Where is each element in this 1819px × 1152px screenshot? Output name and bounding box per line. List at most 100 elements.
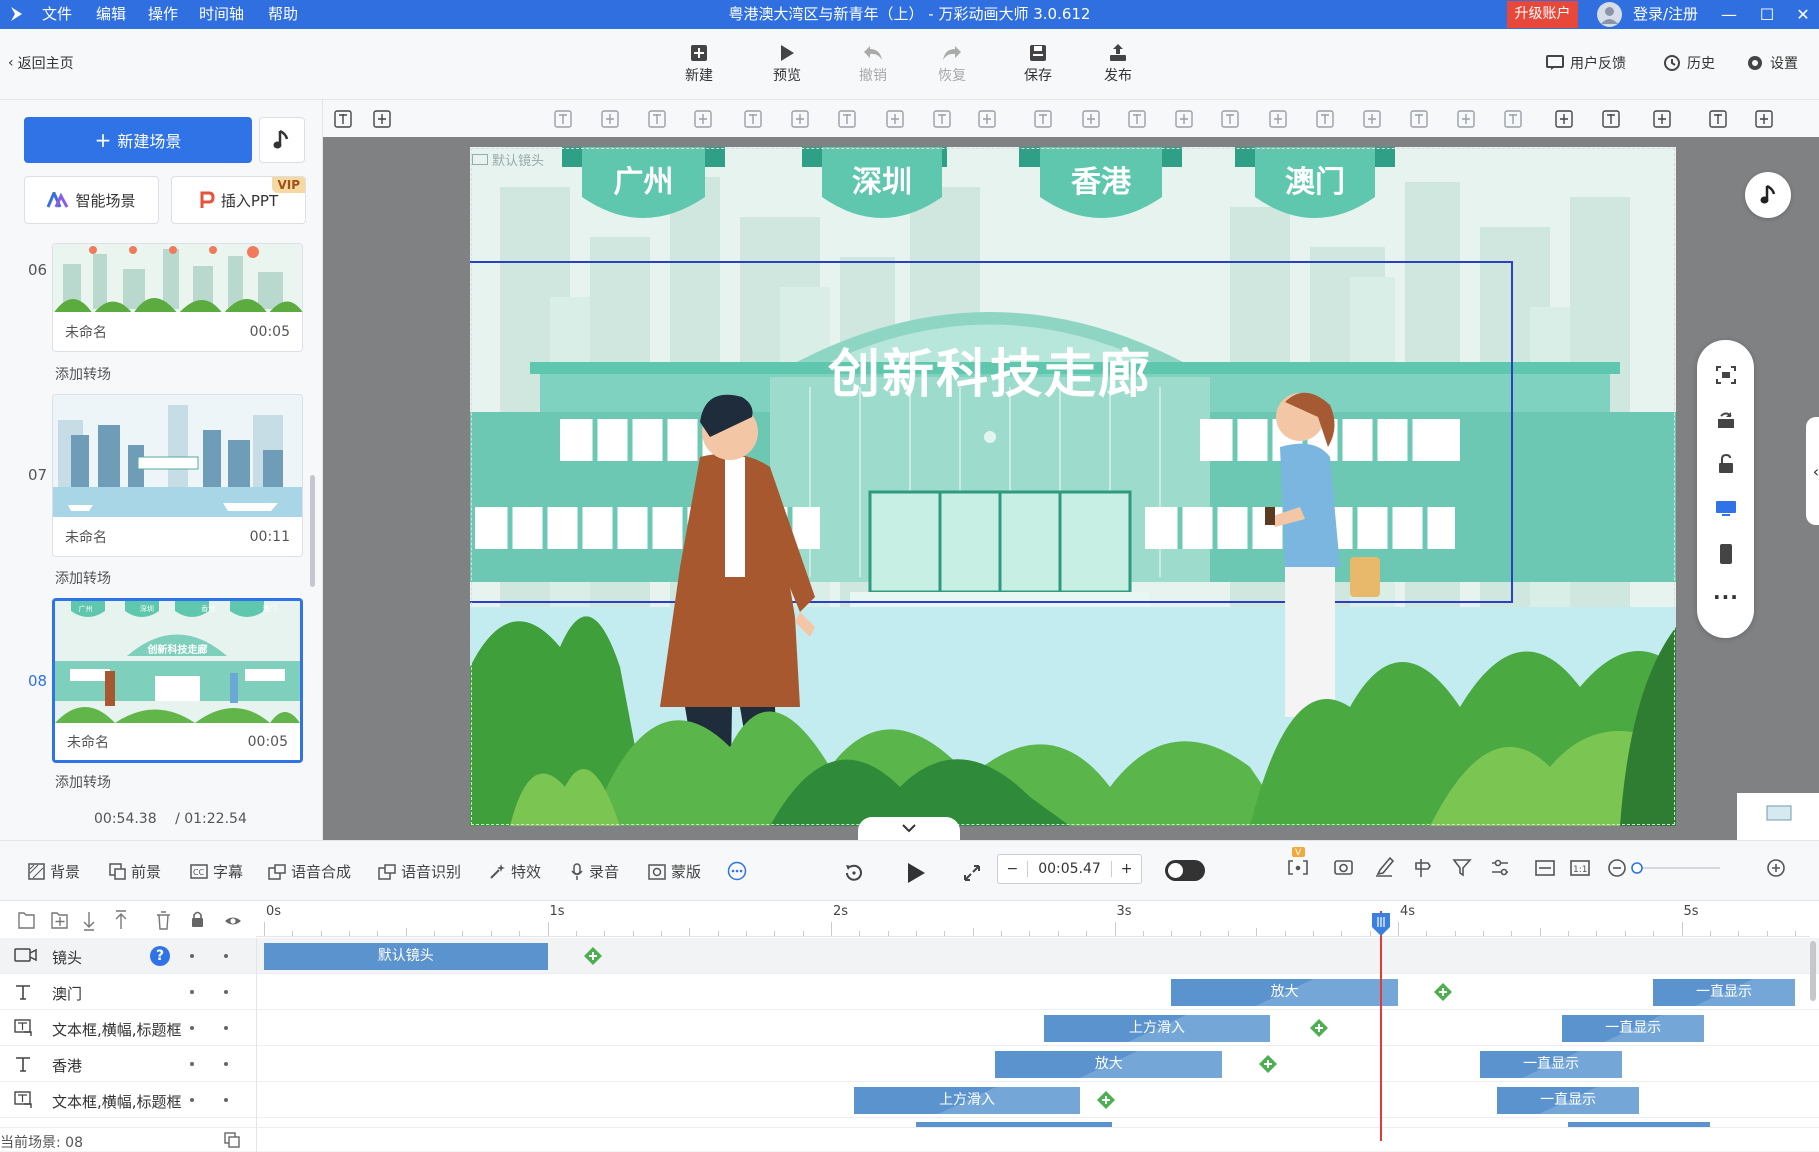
align-center-icon[interactable] xyxy=(1034,110,1052,128)
portrait-screen-icon[interactable] xyxy=(1717,543,1735,565)
animation-clip[interactable]: 放大 xyxy=(1171,979,1398,1006)
bracket-icon[interactable] xyxy=(1175,110,1193,128)
track-toggle[interactable] xyxy=(224,954,228,958)
add-transition-link[interactable]: 添加转场 xyxy=(55,568,111,588)
distribute-icon[interactable] xyxy=(694,110,712,128)
scene-card-08[interactable]: 广州 深圳 香港 澳门 创新科技走廊 未命名 00:05 xyxy=(52,598,303,763)
minimap[interactable] xyxy=(1737,793,1819,840)
track-toggle[interactable] xyxy=(224,1026,228,1030)
banner-shenzhen[interactable]: 深圳 xyxy=(822,157,942,201)
background-button[interactable]: 背景 xyxy=(28,861,80,882)
playhead-handle[interactable] xyxy=(1370,911,1392,936)
bottom-align-icon[interactable] xyxy=(1457,110,1475,128)
track-row[interactable] xyxy=(0,1118,1819,1128)
landscape-screen-icon[interactable] xyxy=(1714,498,1738,518)
keyframe-add-icon[interactable] xyxy=(1096,1090,1116,1110)
playhead[interactable] xyxy=(1371,911,1390,1141)
time-minus-button[interactable]: − xyxy=(998,861,1028,877)
new-button[interactable]: 新建 xyxy=(669,41,729,85)
speech-recognition-button[interactable]: 语音识别 xyxy=(378,861,461,882)
scene-card-07[interactable]: 未命名 00:11 xyxy=(52,394,303,557)
right-align-icon[interactable] xyxy=(1316,110,1334,128)
keyframe-add-icon[interactable] xyxy=(1258,1054,1278,1074)
align-vcenter-icon[interactable] xyxy=(1082,110,1100,128)
lock-icon[interactable] xyxy=(838,110,856,128)
track-toggle[interactable] xyxy=(190,990,194,994)
close-icon[interactable]: ✕ xyxy=(1787,0,1819,29)
stage-area[interactable]: 广州 深圳 香港 澳门 创新科技走廊 默认镜头 ‹ xyxy=(323,137,1819,840)
banner-macau[interactable]: 澳门 xyxy=(1255,157,1375,201)
record-button[interactable]: 录音 xyxy=(570,861,619,882)
play-button[interactable] xyxy=(905,861,927,885)
animation-clip[interactable]: 上方滑入 xyxy=(1043,1015,1271,1042)
animation-clip[interactable]: 一直显示 xyxy=(1653,979,1795,1006)
building-title-text[interactable]: 创新科技走廊 xyxy=(770,332,1210,407)
animation-clip[interactable]: 一直显示 xyxy=(1562,1015,1705,1042)
track-toggle[interactable] xyxy=(190,1026,194,1030)
time-ruler[interactable]: 0s 1s 2s 3s 4s 5s xyxy=(256,901,1810,937)
effects-button[interactable]: 特效 xyxy=(488,861,541,882)
insert-ppt-button[interactable]: 插入PPT VIP xyxy=(171,176,306,224)
animation-clip[interactable]: 一直显示 xyxy=(1497,1087,1639,1114)
unlock-icon[interactable] xyxy=(1653,110,1671,128)
h-center-icon[interactable] xyxy=(1363,110,1381,128)
add-transition-link[interactable]: 添加转场 xyxy=(55,772,111,792)
top-align-icon[interactable] xyxy=(1410,110,1428,128)
fullscreen-icon[interactable] xyxy=(962,863,982,883)
new-scene-button[interactable]: + 新建场景 xyxy=(24,117,252,163)
banner-hongkong[interactable]: 香港 xyxy=(1040,157,1162,201)
settings-link[interactable]: 设置 xyxy=(1746,53,1798,73)
background-music-button[interactable] xyxy=(1745,172,1791,218)
minimize-icon[interactable]: — xyxy=(1713,0,1745,29)
keyframe-add-icon[interactable] xyxy=(583,946,603,966)
subtitle-button[interactable]: CC 字幕 xyxy=(190,861,243,882)
spacing-icon[interactable] xyxy=(1221,110,1239,128)
copy-icon[interactable] xyxy=(1709,110,1727,128)
animation-clip[interactable] xyxy=(916,1122,1112,1127)
mask-button[interactable]: 蒙版 xyxy=(648,861,701,882)
time-input-group[interactable]: − 00:05.47 + xyxy=(997,854,1142,884)
layer-icon[interactable] xyxy=(334,110,352,128)
track-toggle[interactable] xyxy=(224,1062,228,1066)
track-row[interactable]: 澳门 xyxy=(0,974,1819,1010)
banner-guangzhou[interactable]: 广州 xyxy=(582,157,705,201)
paste-icon[interactable] xyxy=(1755,110,1773,128)
track-toggle[interactable] xyxy=(190,1098,194,1102)
animation-clip[interactable]: 上方滑入 xyxy=(853,1087,1081,1114)
zoom-in-icon[interactable] xyxy=(1555,110,1573,128)
timeline-right-tools[interactable]: V 1:1 xyxy=(1280,841,1819,901)
toggle-switch[interactable] xyxy=(1165,860,1205,881)
back-home-button[interactable]: ‹ 返回主页 xyxy=(8,53,74,73)
menu-help[interactable]: 帮助 xyxy=(268,0,298,29)
track-toggle[interactable] xyxy=(224,990,228,994)
maximize-icon[interactable]: ☐ xyxy=(1751,0,1783,29)
left-align-icon[interactable] xyxy=(1269,110,1287,128)
avatar[interactable] xyxy=(1597,2,1622,27)
scene-list-scrollbar[interactable] xyxy=(310,475,315,587)
history-link[interactable]: 历史 xyxy=(1663,53,1715,73)
fit-screen-icon[interactable] xyxy=(1715,365,1737,385)
more-options-icon[interactable] xyxy=(727,861,747,881)
v-center-icon[interactable] xyxy=(1504,110,1522,128)
keyframe-add-icon[interactable] xyxy=(1433,982,1453,1002)
collapse-timeline-button[interactable] xyxy=(858,817,960,840)
zoom-out-icon[interactable] xyxy=(1602,110,1620,128)
align-bottom-icon[interactable] xyxy=(554,110,572,128)
animation-clip[interactable]: 默认镜头 xyxy=(264,943,548,970)
align-middle-icon[interactable] xyxy=(648,110,666,128)
copy-scene-icon[interactable] xyxy=(224,1132,240,1148)
more-icon[interactable]: ··· xyxy=(1713,585,1739,609)
menu-file[interactable]: 文件 xyxy=(42,0,72,29)
publish-button[interactable]: 发布 xyxy=(1088,41,1148,85)
flip-h-icon[interactable] xyxy=(744,110,762,128)
track-row[interactable]: 文本框,横幅,标题框 xyxy=(0,1010,1819,1046)
animation-clip[interactable]: 一直显示 xyxy=(1480,1051,1622,1078)
track-toggle[interactable] xyxy=(190,954,194,958)
smart-scene-button[interactable]: 智能场景 xyxy=(24,176,159,224)
login-register-link[interactable]: 登录/注册 xyxy=(1633,0,1698,29)
align-top-icon[interactable] xyxy=(601,110,619,128)
track-toggle[interactable] xyxy=(224,1098,228,1102)
animation-clip[interactable] xyxy=(1568,1122,1710,1127)
add-transition-link[interactable]: 添加转场 xyxy=(55,364,111,384)
save-button[interactable]: 保存 xyxy=(1008,41,1068,85)
